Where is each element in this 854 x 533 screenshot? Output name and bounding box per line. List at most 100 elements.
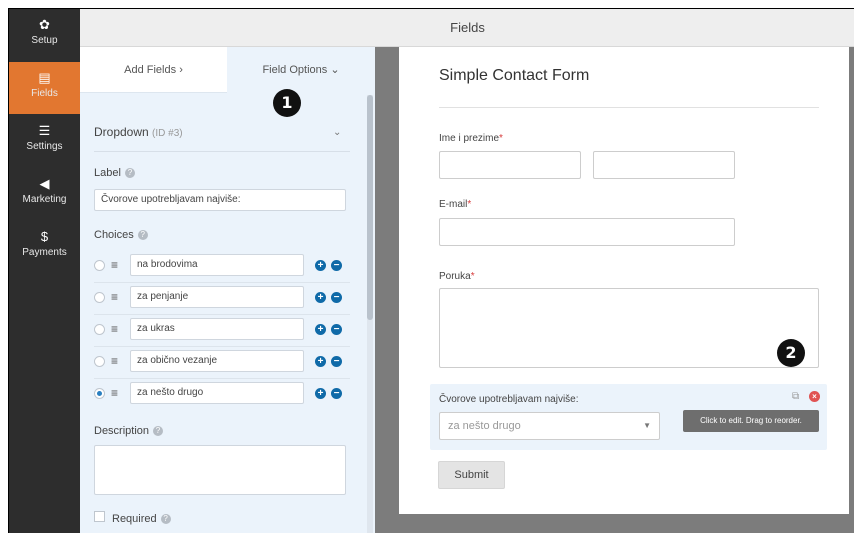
add-choice-icon[interactable]: + <box>315 356 326 367</box>
choice-input[interactable]: za penjanje <box>130 286 304 308</box>
dollar-icon: $ <box>40 229 49 244</box>
scrollbar-thumb[interactable] <box>367 95 373 320</box>
field-type-name: Dropdown <box>94 125 149 139</box>
remove-choice-icon[interactable]: − <box>331 388 342 399</box>
page-header: Fields <box>80 9 854 47</box>
drag-handle-icon[interactable]: ≡ <box>111 387 118 399</box>
choice-row: ≡ za nešto drugo + − <box>94 378 350 410</box>
help-icon[interactable]: ? <box>160 514 171 525</box>
message-textarea[interactable] <box>439 288 819 368</box>
edit-tooltip: Click to edit. Drag to reorder. <box>683 410 819 432</box>
choices-title-text: Choices <box>94 229 134 241</box>
add-choice-icon[interactable]: + <box>315 388 326 399</box>
add-choice-icon[interactable]: + <box>315 324 326 335</box>
nav-item-setup[interactable]: ✿ Setup <box>9 9 80 61</box>
email-label-text: E-mail <box>439 199 468 210</box>
email-input[interactable] <box>439 218 735 246</box>
nav-item-payments[interactable]: $ Payments <box>9 221 80 273</box>
nav-item-label: Payments <box>22 247 67 258</box>
form-title: Simple Contact Form <box>439 67 590 84</box>
choice-row: ≡ za obično vezanje + − <box>94 346 350 378</box>
nav-item-label: Marketing <box>22 194 67 205</box>
divider <box>94 151 350 152</box>
choice-row: ≡ na brodovima + − <box>94 250 350 282</box>
help-icon[interactable]: ? <box>153 426 164 437</box>
add-choice-icon[interactable]: + <box>315 260 326 271</box>
choice-input[interactable]: na brodovima <box>130 254 304 276</box>
choice-default-radio[interactable] <box>94 388 105 399</box>
choice-default-radio[interactable] <box>94 292 105 303</box>
app-window: ✿ Setup ▤ Fields ☰ Settings ◀ Marketing … <box>8 8 854 533</box>
remove-choice-icon[interactable]: − <box>331 324 342 335</box>
panel-scrollbar[interactable] <box>367 95 373 533</box>
annotation-marker-2: 2 <box>777 339 805 367</box>
nav-item-fields[interactable]: ▤ Fields <box>9 62 80 114</box>
required-mark: * <box>499 133 503 144</box>
gear-icon: ✿ <box>39 17 50 32</box>
field-group-header[interactable]: Dropdown (ID #3) <box>94 125 183 139</box>
builder-sidebar: ✿ Setup ▤ Fields ☰ Settings ◀ Marketing … <box>9 9 80 533</box>
label-input[interactable]: Čvorove upotrebljavam najviše: <box>94 189 346 211</box>
required-mark: * <box>470 271 475 282</box>
tab-field-options[interactable]: Field Options ⌄ <box>227 47 375 93</box>
chevron-down-icon: ⌄ <box>330 64 340 76</box>
label-title-text: Label <box>94 167 121 179</box>
last-name-input[interactable] <box>593 151 735 179</box>
choices-title: Choices? <box>94 229 148 241</box>
dropdown-select[interactable]: za nešto drugo ▼ <box>439 412 660 440</box>
choice-input[interactable]: za ukras <box>130 318 304 340</box>
delete-icon[interactable]: × <box>809 391 820 402</box>
panel-tabs: Add Fields › Field Options ⌄ <box>80 47 375 93</box>
help-icon[interactable]: ? <box>124 168 135 179</box>
label-title: Label? <box>94 167 135 179</box>
required-checkbox[interactable] <box>94 511 105 522</box>
tab-add-fields-label: Add Fields <box>124 64 177 76</box>
annotation-marker-1: 1 <box>273 89 301 117</box>
nav-item-marketing[interactable]: ◀ Marketing <box>9 168 80 220</box>
duplicate-icon[interactable]: ⧉ <box>792 391 804 403</box>
dropdown-field-label: Čvorove upotrebljavam najviše: <box>439 394 579 405</box>
choice-input[interactable]: za obično vezanje <box>130 350 304 372</box>
tab-field-options-label: Field Options <box>262 64 328 76</box>
remove-choice-icon[interactable]: − <box>331 356 342 367</box>
required-label: Required <box>112 513 157 525</box>
field-id: (ID #3) <box>152 128 183 139</box>
tab-add-fields[interactable]: Add Fields › <box>80 47 227 93</box>
remove-choice-icon[interactable]: − <box>331 292 342 303</box>
divider <box>439 107 819 108</box>
drag-handle-icon[interactable]: ≡ <box>111 259 118 271</box>
sliders-icon: ☰ <box>38 123 51 138</box>
help-icon[interactable]: ? <box>137 230 148 241</box>
name-label-text: Ime i prezime <box>439 133 500 144</box>
chevron-right-icon: › <box>179 64 183 76</box>
description-title: Description? <box>94 425 164 437</box>
email-field-label: E-mail* <box>439 199 471 210</box>
megaphone-icon: ◀ <box>39 176 50 191</box>
choice-default-radio[interactable] <box>94 356 105 367</box>
description-textarea[interactable] <box>94 445 346 495</box>
form-preview: Simple Contact Form Ime i prezime* E-mai… <box>399 47 849 514</box>
remove-choice-icon[interactable]: − <box>331 260 342 271</box>
drag-handle-icon[interactable]: ≡ <box>111 355 118 367</box>
nav-item-label: Fields <box>31 88 58 99</box>
choice-input[interactable]: za nešto drugo <box>130 382 304 404</box>
message-label-text: Poruka <box>439 271 471 282</box>
choice-row: ≡ za ukras + − <box>94 314 350 346</box>
drag-handle-icon[interactable]: ≡ <box>111 323 118 335</box>
field-options-panel: Add Fields › Field Options ⌄ Dropdown (I… <box>80 47 375 533</box>
required-title: Required? <box>112 513 171 525</box>
add-choice-icon[interactable]: + <box>315 292 326 303</box>
required-mark: * <box>467 199 472 210</box>
nav-item-settings[interactable]: ☰ Settings <box>9 115 80 167</box>
first-name-input[interactable] <box>439 151 581 179</box>
caret-down-icon: ▼ <box>643 421 651 430</box>
nav-item-label: Settings <box>26 141 63 152</box>
submit-button[interactable]: Submit <box>438 461 505 489</box>
collapse-chevron-icon[interactable]: ⌄ <box>333 127 341 138</box>
choice-default-radio[interactable] <box>94 260 105 271</box>
dropdown-selected-value: za nešto drugo <box>448 420 521 432</box>
choice-default-radio[interactable] <box>94 324 105 335</box>
drag-handle-icon[interactable]: ≡ <box>111 291 118 303</box>
page-title: Fields <box>450 20 485 35</box>
name-field-label: Ime i prezime* <box>439 133 503 144</box>
